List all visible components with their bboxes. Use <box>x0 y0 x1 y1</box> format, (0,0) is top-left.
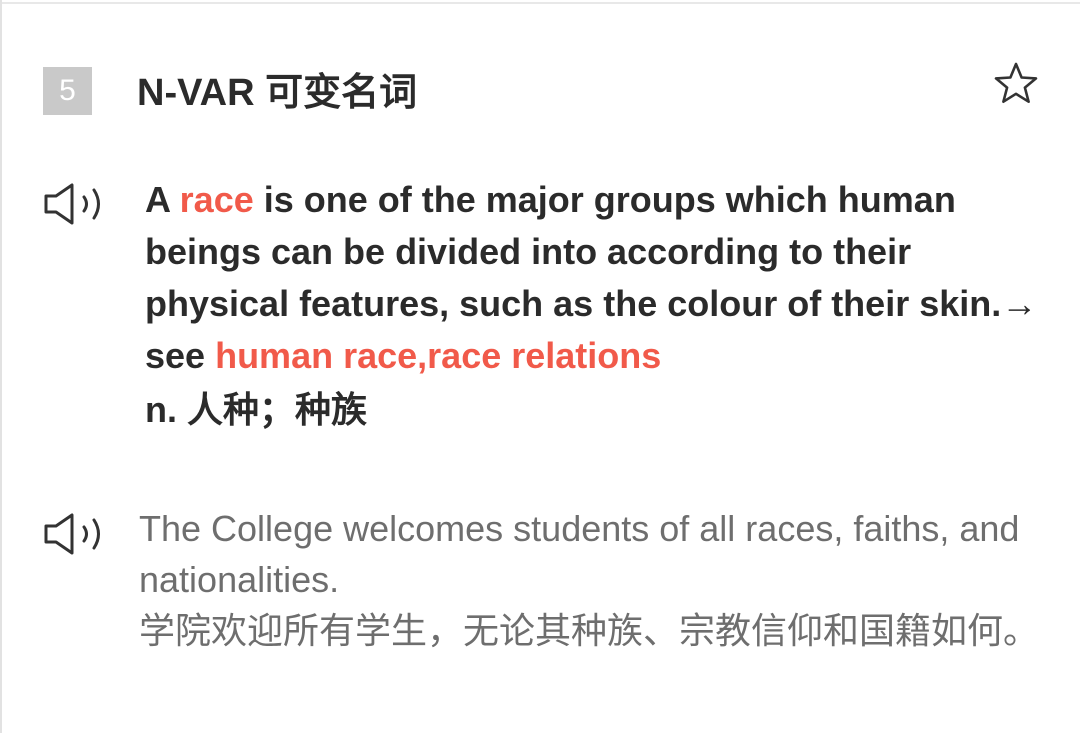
see-also-link[interactable]: human race,race relations <box>215 335 661 376</box>
example-sentence: The College welcomes students of all rac… <box>139 508 1020 600</box>
example-sentence-block: The College welcomes students of all rac… <box>139 503 1044 656</box>
speaker-icon[interactable] <box>42 510 112 558</box>
headword-highlight: race <box>179 179 254 220</box>
example-translation: 学院欢迎所有学生，无论其种族、宗教信仰和国籍如何。 <box>139 610 1040 651</box>
left-border <box>0 0 2 733</box>
top-divider <box>0 2 1080 4</box>
dictionary-entry-panel: 5 N-VAR 可变名词 A race is one of the major … <box>0 0 1080 733</box>
definition-translation: n. 人种；种族 <box>145 389 367 430</box>
definition-text: A race is one of the major groups which … <box>145 174 1050 436</box>
sense-number-badge: 5 <box>43 67 92 115</box>
speaker-icon[interactable] <box>42 180 112 228</box>
part-of-speech-label: N-VAR 可变名词 <box>137 72 418 114</box>
definition-text-a: A <box>145 179 180 220</box>
star-icon[interactable] <box>993 61 1039 105</box>
